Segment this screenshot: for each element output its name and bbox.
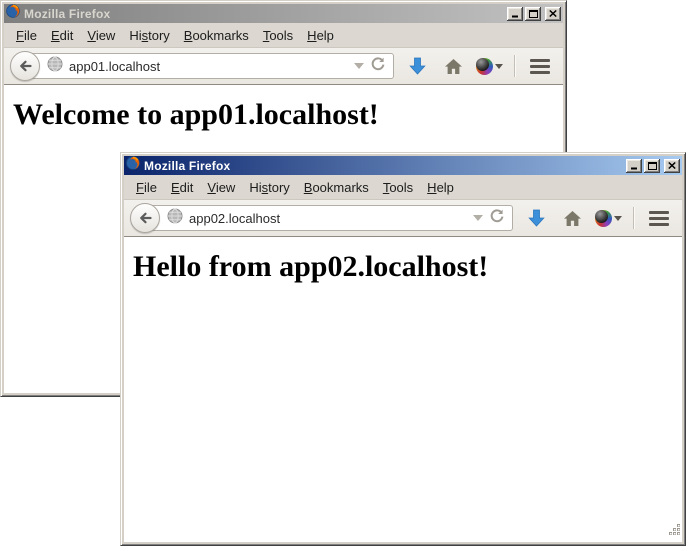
menu-panel-button[interactable] — [525, 52, 555, 80]
menu-item-edit[interactable]: Edit — [164, 177, 200, 198]
urlbar-app01[interactable]: app01.localhost — [24, 53, 394, 79]
titlebar-app02[interactable]: Mozilla Firefox — [124, 156, 682, 175]
menu-item-tools[interactable]: Tools — [256, 25, 300, 46]
urlbar-input[interactable]: app02.localhost — [189, 211, 467, 226]
downloads-button[interactable] — [521, 204, 551, 232]
menu-item-bookmarks[interactable]: Bookmarks — [297, 177, 376, 198]
download-arrow-icon — [409, 57, 426, 75]
addon-color-sphere-icon — [595, 210, 612, 227]
back-button[interactable] — [10, 51, 40, 81]
toolbar-buttons — [402, 52, 555, 80]
menu-item-view[interactable]: View — [200, 177, 242, 198]
addon-dropdown-caret-icon — [614, 216, 622, 221]
menu-item-file[interactable]: File — [9, 25, 44, 46]
menu-item-help[interactable]: Help — [300, 25, 341, 46]
firefox-logo-icon — [6, 4, 20, 23]
back-button[interactable] — [130, 203, 160, 233]
menu-panel-button[interactable] — [644, 204, 674, 232]
home-button[interactable] — [438, 52, 468, 80]
menu-item-tools[interactable]: Tools — [376, 177, 420, 198]
urlbar-history-dropdown-icon[interactable] — [354, 63, 364, 69]
menubar-app01: FileEditViewHistoryBookmarksToolsHelp — [4, 23, 563, 48]
maximize-button[interactable] — [525, 7, 541, 21]
menu-item-file[interactable]: File — [129, 177, 164, 198]
menu-item-bookmarks[interactable]: Bookmarks — [177, 25, 256, 46]
toolbar-separator — [514, 55, 515, 77]
addon-button[interactable] — [474, 52, 504, 80]
menubar-app02: FileEditViewHistoryBookmarksToolsHelp — [124, 175, 682, 200]
urlbar-app02[interactable]: app02.localhost — [144, 205, 513, 231]
hamburger-icon — [530, 59, 550, 74]
back-arrow-icon — [17, 58, 33, 74]
window-title: Mozilla Firefox — [144, 159, 622, 173]
toolbar-separator — [633, 207, 634, 229]
nav-toolbar-app02: app02.localhost — [124, 200, 682, 237]
reload-icon[interactable] — [489, 208, 505, 229]
close-button[interactable] — [664, 159, 680, 173]
reload-icon[interactable] — [370, 56, 386, 77]
maximize-button[interactable] — [644, 159, 660, 173]
titlebar-app01[interactable]: Mozilla Firefox — [4, 4, 563, 23]
menu-item-view[interactable]: View — [80, 25, 122, 46]
browser-window-app02: Mozilla Firefox FileEditViewHistoryBookm… — [120, 152, 686, 546]
home-icon — [444, 58, 463, 75]
close-button[interactable] — [545, 7, 561, 21]
resize-grip-icon[interactable] — [668, 523, 681, 541]
urlbar-input[interactable]: app01.localhost — [69, 59, 348, 74]
download-arrow-icon — [528, 209, 545, 227]
back-arrow-icon — [137, 210, 153, 226]
menu-item-history[interactable]: History — [242, 177, 296, 198]
window-controls — [626, 159, 680, 173]
menu-item-history[interactable]: History — [122, 25, 176, 46]
addon-dropdown-caret-icon — [495, 64, 503, 69]
downloads-button[interactable] — [402, 52, 432, 80]
page-heading: Welcome to app01.localhost! — [13, 98, 563, 132]
menu-item-edit[interactable]: Edit — [44, 25, 80, 46]
window-title: Mozilla Firefox — [24, 7, 503, 21]
hamburger-icon — [649, 211, 669, 226]
minimize-button[interactable] — [507, 7, 523, 21]
desktop: Mozilla Firefox FileEditViewHistoryBookm… — [0, 0, 688, 551]
nav-toolbar-app01: app01.localhost — [4, 48, 563, 85]
window-controls — [507, 7, 561, 21]
toolbar-buttons — [521, 204, 674, 232]
page-heading: Hello from app02.localhost! — [133, 250, 682, 284]
globe-icon[interactable] — [47, 56, 63, 77]
globe-icon[interactable] — [167, 208, 183, 229]
firefox-logo-icon — [126, 156, 140, 175]
urlbar-history-dropdown-icon[interactable] — [473, 215, 483, 221]
menu-item-help[interactable]: Help — [420, 177, 461, 198]
home-icon — [563, 210, 582, 227]
home-button[interactable] — [557, 204, 587, 232]
addon-color-sphere-icon — [476, 58, 493, 75]
page-content-app02: Hello from app02.localhost! — [124, 237, 682, 542]
addon-button[interactable] — [593, 204, 623, 232]
minimize-button[interactable] — [626, 159, 642, 173]
